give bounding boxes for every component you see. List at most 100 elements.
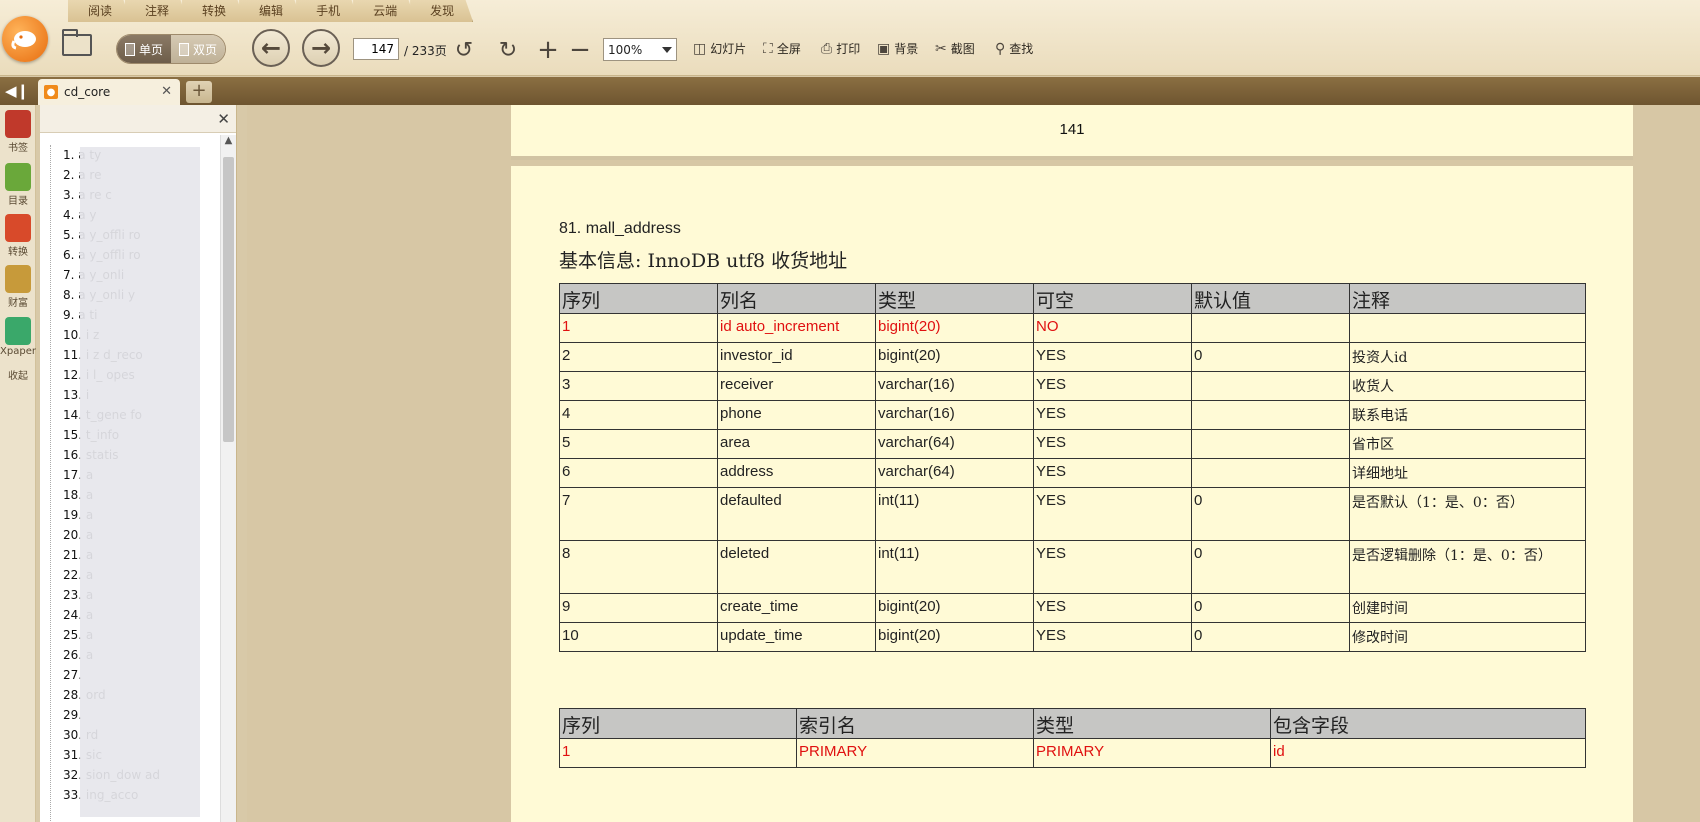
search-icon: ⚲: [995, 40, 1006, 57]
zoom-select[interactable]: 100%: [603, 38, 677, 61]
table-cell: [1191, 313, 1350, 343]
table-cell: create_time: [717, 593, 876, 623]
fullscreen-button[interactable]: ⛶ 全屏: [763, 40, 801, 57]
elephant-logo-icon: [11, 31, 36, 50]
convert-icon: [5, 214, 31, 242]
table-row: 7 defaulted int(11) YES 0 是否默认（1：是、0：否）: [559, 487, 1586, 541]
sidebar-item-1[interactable]: 目录: [0, 163, 36, 207]
table-cell: YES: [1033, 622, 1192, 652]
table-cell: 收货人: [1349, 371, 1586, 401]
table-header-cell: 序列: [559, 708, 797, 739]
table-body: 1 PRIMARY PRIMARY id: [559, 738, 1586, 768]
table-cell: phone: [717, 400, 876, 430]
next-page-button[interactable]: →: [302, 29, 340, 67]
back-button[interactable]: ◀❙: [4, 81, 30, 101]
zoom-in-button[interactable]: +: [534, 35, 562, 65]
rotate-right-button[interactable]: ↻: [494, 36, 522, 64]
fullscreen-label: 全屏: [776, 42, 801, 56]
screenshot-label: 截图: [950, 42, 975, 56]
sidebar-item-5[interactable]: 收起: [0, 367, 36, 382]
zoom-out-button[interactable]: −: [566, 35, 594, 65]
slideshow-label: 幻灯片: [710, 42, 747, 56]
background-label: 背景: [894, 42, 919, 56]
table-cell: 0: [1191, 622, 1350, 652]
scroll-up-icon[interactable]: ▲: [221, 135, 236, 151]
slideshow-icon: ◫: [693, 40, 707, 57]
table-header-cell: 包含字段: [1270, 708, 1586, 739]
table-cell: defaulted: [717, 487, 876, 541]
sidebar-item-4[interactable]: Xpaper: [0, 317, 36, 357]
scrollbar-thumb[interactable]: [223, 157, 234, 442]
close-panel-icon[interactable]: ✕: [217, 110, 230, 128]
back-arrow-icon: ◀❙: [4, 82, 30, 100]
table-cell: varchar(64): [875, 458, 1034, 488]
table-cell: id auto_increment: [717, 313, 876, 343]
table-header-cell: 索引名: [796, 708, 1034, 739]
background-icon: ▣: [877, 40, 891, 57]
view-mode-toggle: 单页 双页: [116, 34, 227, 64]
menu-tab-read[interactable]: 阅读: [68, 0, 132, 22]
previous-page-button[interactable]: ←: [252, 29, 290, 67]
sidebar-item-2[interactable]: 转换: [0, 214, 36, 258]
sidebar-item-label: Xpaper: [0, 346, 36, 357]
document-page: 81. mall_address 基本信息: InnoDB utf8 收货地址 …: [511, 166, 1633, 822]
table-row: 8 deleted int(11) YES 0 是否逻辑删除（1：是、0：否）: [559, 540, 1586, 594]
table-cell: 是否逻辑删除（1：是、0：否）: [1349, 540, 1586, 594]
printer-icon: ⎙: [821, 40, 833, 57]
menu-tab-convert[interactable]: 转换: [182, 0, 246, 22]
table-cell: address: [717, 458, 876, 488]
print-label: 打印: [836, 42, 861, 56]
table-row: 9 create_time bigint(20) YES 0 创建时间: [559, 593, 1586, 623]
table-cell: varchar(64): [875, 429, 1034, 459]
background-button[interactable]: ▣ 背景: [877, 40, 918, 57]
table-row: 5 area varchar(64) YES 省市区: [559, 429, 1586, 459]
sidebar-item-label: 财富: [8, 298, 28, 309]
rotate-right-icon: ↻: [498, 37, 518, 63]
screenshot-button[interactable]: ✂ 截图: [935, 40, 975, 57]
chevron-down-icon: [662, 47, 672, 53]
xpaper-icon: [5, 317, 31, 345]
table-cell: YES: [1033, 400, 1192, 430]
main-toolbar: 阅读 注释 转换 编辑 手机 云端 发现 单页 双页 ← → / 233页 ↺ …: [0, 0, 1700, 76]
menu-tab-edit[interactable]: 编辑: [239, 0, 303, 22]
table-row: 3 receiver varchar(16) YES 收货人: [559, 371, 1586, 401]
wealth-icon: [5, 265, 31, 293]
plus-icon: +: [537, 35, 559, 65]
double-page-icon: [179, 42, 190, 56]
table-cell: int(11): [875, 540, 1034, 594]
table-cell: 5: [559, 429, 718, 459]
table-cell: int(11): [875, 487, 1034, 541]
table-cell: 9: [559, 593, 718, 623]
sidebar-item-0[interactable]: 书签: [0, 110, 36, 154]
table-cell: YES: [1033, 458, 1192, 488]
double-page-button[interactable]: 双页: [171, 35, 226, 63]
table-cell: YES: [1033, 429, 1192, 459]
page-total-label: / 233页: [404, 44, 447, 58]
table-cell: YES: [1033, 487, 1192, 541]
outline-scrollbar[interactable]: ▲: [220, 135, 236, 822]
minus-icon: −: [569, 35, 591, 65]
single-page-button[interactable]: 单页: [117, 35, 172, 63]
slideshow-button[interactable]: ◫ 幻灯片: [693, 40, 746, 57]
table-cell: varchar(16): [875, 371, 1034, 401]
menu-tab-annotate[interactable]: 注释: [125, 0, 189, 22]
close-tab-icon[interactable]: ✕: [161, 84, 172, 99]
new-tab-button[interactable]: +: [186, 81, 212, 103]
menu-tab-mobile[interactable]: 手机: [296, 0, 360, 22]
print-button[interactable]: ⎙ 打印: [821, 40, 860, 57]
table-cell: 7: [559, 487, 718, 541]
document-viewer[interactable]: 141 81. mall_address 基本信息: InnoDB utf8 收…: [247, 105, 1700, 822]
document-tab[interactable]: ● cd_core ✕: [38, 79, 180, 105]
app-logo[interactable]: [2, 16, 48, 62]
open-file-button[interactable]: [62, 29, 98, 60]
find-button[interactable]: ⚲ 查找: [995, 40, 1033, 57]
table-cell: PRIMARY: [796, 738, 1034, 768]
sidebar-item-3[interactable]: 财富: [0, 265, 36, 309]
table-header-row: 序列 列名 类型 可空 默认值 注释: [559, 283, 1586, 314]
page-number-input[interactable]: [353, 38, 399, 60]
menu-tab-discover[interactable]: 发现: [410, 0, 474, 22]
table-cell: 0: [1191, 540, 1350, 594]
menu-tab-cloud[interactable]: 云端: [353, 0, 417, 22]
rotate-left-button[interactable]: ↺: [450, 36, 478, 64]
double-page-label: 双页: [193, 42, 218, 57]
